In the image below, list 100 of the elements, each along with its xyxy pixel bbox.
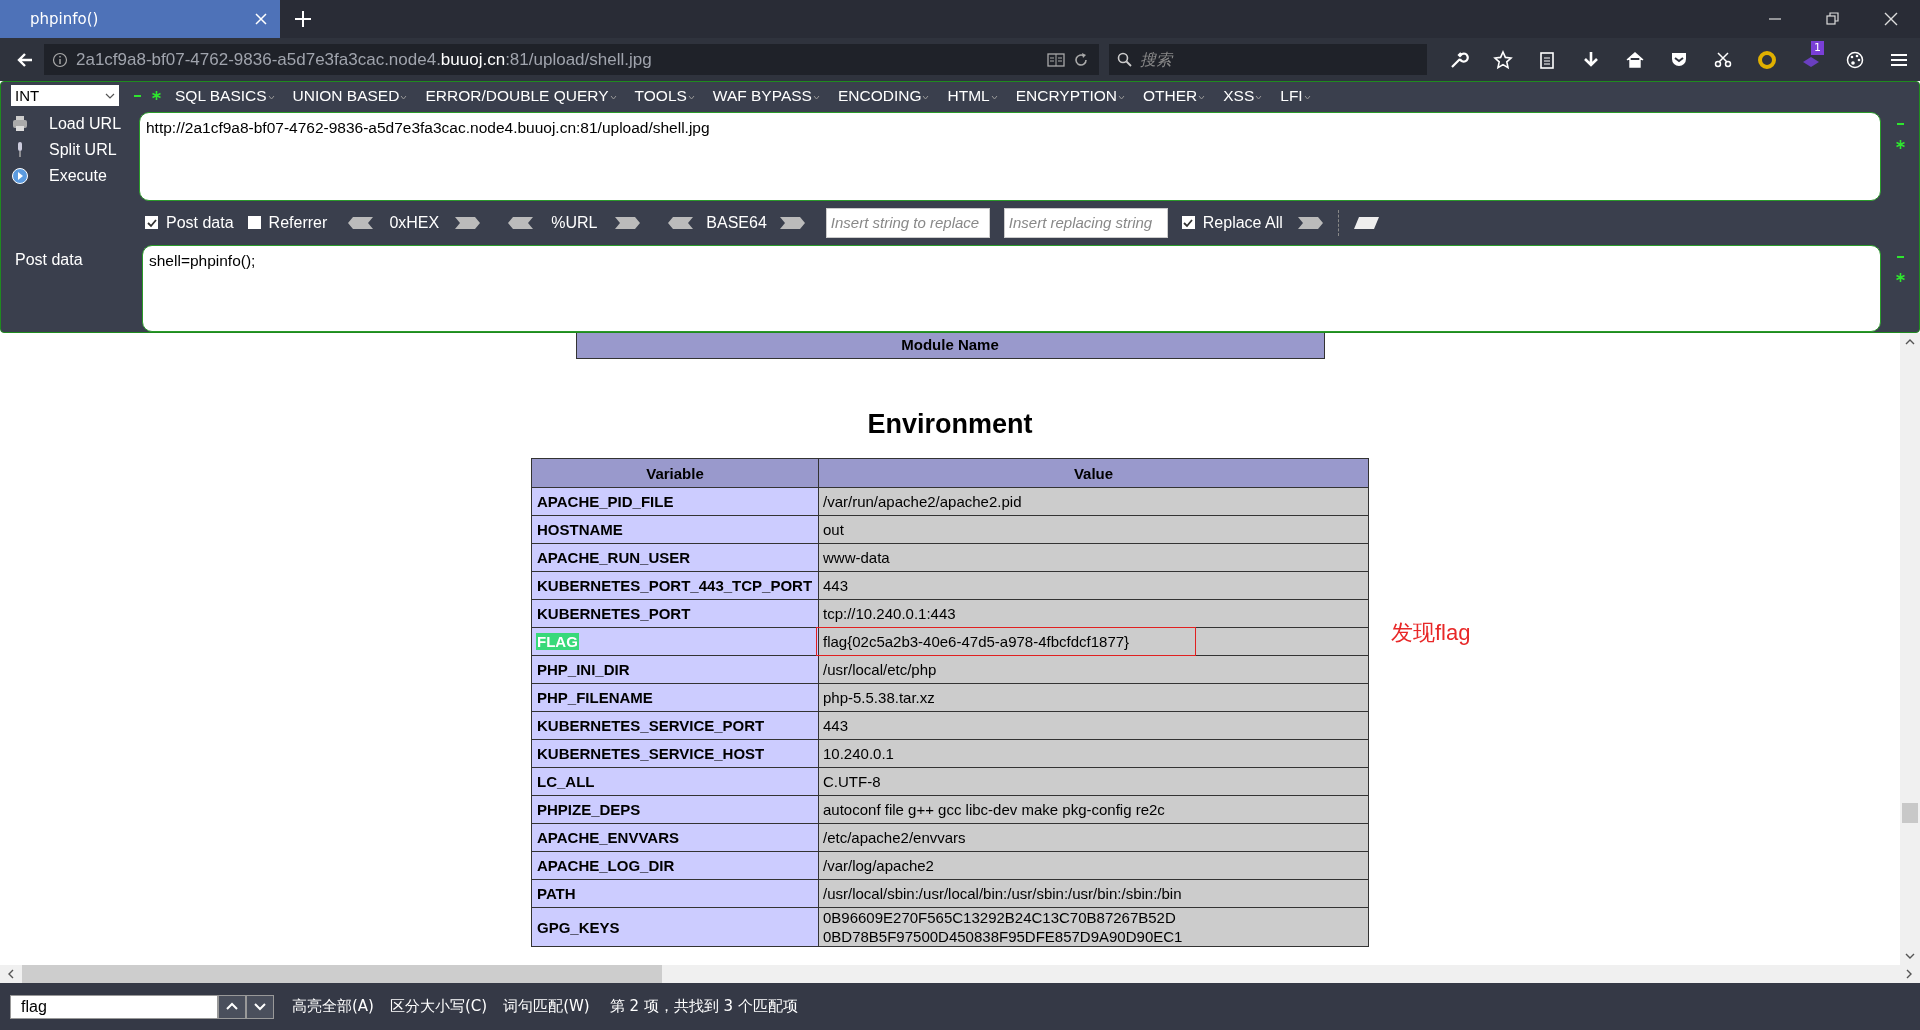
section-heading: Environment xyxy=(867,408,1033,440)
scroll-right-icon[interactable] xyxy=(1904,968,1914,980)
menu-button[interactable]: ERROR/DOUBLE QUERY xyxy=(419,86,623,105)
variable-value: /etc/apache2/envvars xyxy=(823,828,967,847)
variable-value: 443 xyxy=(823,576,850,595)
star-icon[interactable] xyxy=(1493,49,1513,70)
close-icon[interactable] xyxy=(1884,12,1898,26)
replace-arrow-icon[interactable] xyxy=(1296,215,1324,230)
encoding-label: BASE64 xyxy=(706,213,767,232)
decode-arrow-icon[interactable] xyxy=(667,215,695,230)
dropdown-value: INT xyxy=(15,87,40,105)
replace-field[interactable]: Insert string to replace xyxy=(825,207,990,238)
variable-value: /var/run/apache2/apache2.pid xyxy=(823,492,1023,511)
printer-icon[interactable] xyxy=(11,114,29,133)
menu-button[interactable]: ENCRYPTION xyxy=(1009,86,1131,105)
variable-name: APACHE_RUN_USER xyxy=(536,549,692,566)
variable-name: APACHE_LOG_DIR xyxy=(536,857,676,874)
post-data-field[interactable]: shell=phpinfo(); xyxy=(142,244,1881,332)
restore-icon[interactable] xyxy=(1826,12,1840,26)
type-dropdown[interactable]: INT xyxy=(11,85,119,107)
vertical-scrollbar[interactable] xyxy=(1900,333,1920,965)
encode-arrow-icon[interactable] xyxy=(778,215,806,230)
clipboard-icon[interactable] xyxy=(1537,49,1557,70)
notification-badge: 1 xyxy=(1811,40,1824,55)
decode-arrow-icon[interactable] xyxy=(347,215,375,230)
menu-button[interactable]: WAF BYPASS xyxy=(706,86,826,105)
caret-icon xyxy=(609,94,617,100)
scroll-up-icon[interactable] xyxy=(1904,337,1916,347)
variable-value: C.UTF-8 xyxy=(823,772,882,791)
browser-tab[interactable]: phpinfo() xyxy=(0,0,280,38)
action-button[interactable]: Split URL xyxy=(37,140,117,159)
info-icon xyxy=(52,51,68,68)
menu-button[interactable]: SQL BASICS xyxy=(169,86,281,105)
variable-name: PHPIZE_DEPS xyxy=(536,801,642,818)
asterisk-icon[interactable] xyxy=(1895,272,1905,282)
address-bar[interactable]: 2a1cf9a8-bf07-4762-9836-a5d7e3fa3cac.node4.buuoj.cn:81/upload/shell.jpg xyxy=(44,44,1099,75)
menu-button[interactable]: TOOLS xyxy=(628,86,701,105)
asterisk-icon[interactable] xyxy=(1895,139,1905,149)
caret-icon xyxy=(105,91,115,100)
scroll-down-icon[interactable] xyxy=(1904,951,1916,961)
search-box[interactable]: 搜索 xyxy=(1109,44,1427,75)
back-arrow-icon[interactable] xyxy=(16,50,34,69)
reader-view-icon[interactable] xyxy=(1047,51,1065,68)
menu-button[interactable]: HTML xyxy=(941,86,1004,105)
scroll-left-icon[interactable] xyxy=(6,968,16,980)
decode-arrow-icon[interactable] xyxy=(507,215,535,230)
variable-value: out xyxy=(823,520,845,539)
caret-icon xyxy=(687,94,695,100)
scissors-icon[interactable] xyxy=(1713,49,1733,70)
variable-name: FLAG xyxy=(536,633,579,650)
variable-name: APACHE_ENVVARS xyxy=(536,829,680,846)
find-option[interactable]: 区分大小写(C) xyxy=(389,997,488,1016)
encode-arrow-icon[interactable] xyxy=(454,215,482,230)
variable-value: flag{02c5a2b3-40e6-47d5-a978-4fbcfdcf1877} xyxy=(823,632,1131,651)
chevron-down-icon xyxy=(253,1001,267,1012)
variable-name: PHP_INI_DIR xyxy=(536,661,631,678)
checkbox-label: Replace All xyxy=(1202,213,1283,232)
checkbox[interactable] xyxy=(247,216,261,230)
variable-value: 0B96609E270F565C13292B24C13C70B87267B52D xyxy=(823,908,1177,927)
column-header: Value xyxy=(818,458,1369,488)
replace-arrow-icon[interactable] xyxy=(1352,215,1380,230)
variable-name: KUBERNETES_SERVICE_PORT xyxy=(536,717,766,734)
wrench-icon[interactable] xyxy=(1449,49,1469,70)
encoding-label: %URL xyxy=(550,213,599,232)
next-button[interactable] xyxy=(246,994,274,1019)
find-option[interactable]: 词句匹配(W) xyxy=(503,997,590,1016)
asterisk-icon[interactable] xyxy=(152,91,161,101)
menu-button[interactable]: UNION BASED xyxy=(286,86,414,105)
url-field[interactable]: http://2a1cf9a8-bf07-4762-9836-a5d7e3fa3cac.node4.buuoj.cn:81/upload/shell.jpg xyxy=(139,111,1881,202)
find-field[interactable]: flag xyxy=(10,994,218,1019)
variable-value: /usr/local/sbin:/usr/local/bin:/usr/sbin:/usr/bin:/sbin:/bin xyxy=(823,884,1183,903)
play-icon[interactable] xyxy=(11,166,29,185)
checkbox[interactable] xyxy=(1181,216,1195,230)
action-button[interactable]: Execute xyxy=(37,166,107,185)
variable-name: PATH xyxy=(536,885,577,902)
reload-icon[interactable] xyxy=(1073,51,1089,68)
scrollbar-thumb[interactable] xyxy=(22,965,662,983)
encode-arrow-icon[interactable] xyxy=(614,215,642,230)
variable-value: www-data xyxy=(823,548,891,567)
search-field[interactable]: 搜索 xyxy=(1138,49,1419,70)
palette-icon[interactable] xyxy=(1845,49,1865,70)
caret-icon xyxy=(1255,94,1263,100)
variable-value: autoconf file g++ gcc libc-dev make pkg-config re2c xyxy=(823,800,1166,819)
variable-value: 10.240.0.1 xyxy=(823,744,895,763)
caret-icon xyxy=(267,94,275,100)
new-tab-icon[interactable] xyxy=(294,10,312,28)
action-button[interactable]: Load URL xyxy=(37,114,122,133)
menu-button[interactable]: OTHER xyxy=(1137,86,1212,105)
scrollbar-thumb[interactable] xyxy=(1902,803,1918,823)
replace-field[interactable]: Insert replacing string xyxy=(1003,207,1168,238)
home-icon[interactable] xyxy=(1625,49,1645,70)
menu-button[interactable]: LFI xyxy=(1274,86,1317,105)
circle-icon[interactable] xyxy=(1757,49,1777,70)
menu-button[interactable]: ENCODING xyxy=(831,86,936,105)
menu-button[interactable]: XSS xyxy=(1217,86,1269,105)
previous-button[interactable] xyxy=(218,994,246,1019)
caret-icon xyxy=(990,94,998,100)
find-option[interactable]: 高亮全部(A) xyxy=(292,997,374,1016)
horizontal-scrollbar[interactable] xyxy=(0,965,1920,983)
checkbox[interactable] xyxy=(145,216,158,230)
